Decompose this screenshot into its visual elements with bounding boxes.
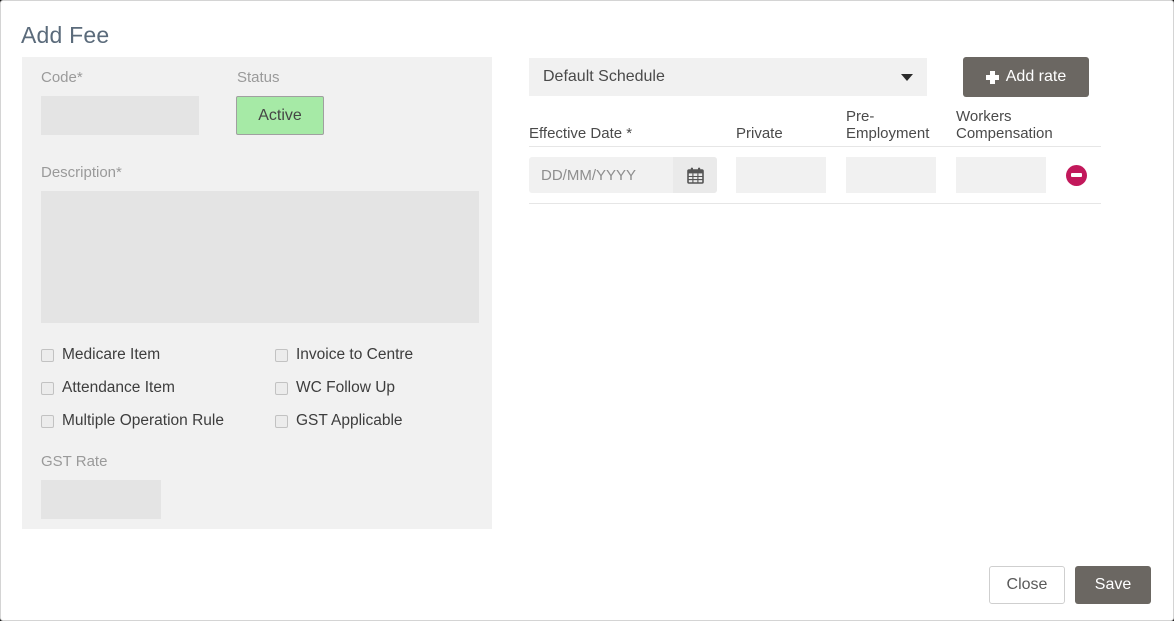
checkbox-label: Attendance Item <box>62 379 175 396</box>
cell-effective-date: DD/MM/YYYY <box>529 157 736 193</box>
column-header-line2: Compensation <box>956 125 1053 143</box>
status-label: Status <box>237 69 280 86</box>
column-header-effective-date: Effective Date * <box>529 125 633 143</box>
plus-icon <box>985 70 999 84</box>
checkbox-gst-applicable[interactable]: GST Applicable <box>275 412 403 430</box>
close-button[interactable]: Close <box>989 566 1065 604</box>
description-label: Description* <box>41 164 122 181</box>
table-row: DD/MM/YYYY <box>529 147 1101 204</box>
checkbox-icon[interactable] <box>275 348 288 362</box>
add-rate-label: Add rate <box>1005 68 1067 85</box>
checkbox-icon[interactable] <box>41 414 54 428</box>
code-input[interactable] <box>41 96 199 135</box>
column-header-actions <box>1066 143 1101 146</box>
effective-date-input[interactable]: DD/MM/YYYY <box>529 157 717 193</box>
private-rate-input[interactable] <box>736 157 826 193</box>
dialog-footer: Close Save <box>989 566 1151 604</box>
checkbox-label: WC Follow Up <box>296 379 396 396</box>
table-header-row: Effective Date * Private Pre- Employment… <box>529 107 1101 147</box>
pre-employment-rate-input[interactable] <box>846 157 936 193</box>
checkbox-label: Medicare Item <box>62 346 161 363</box>
chevron-down-icon <box>901 73 913 81</box>
schedule-selected-value: Default Schedule <box>543 68 665 85</box>
checkbox-icon[interactable] <box>41 348 54 362</box>
schedule-select[interactable]: Default Schedule <box>529 58 927 96</box>
checkbox-wc-follow-up[interactable]: WC Follow Up <box>275 379 395 397</box>
calendar-icon[interactable] <box>673 157 717 193</box>
save-button[interactable]: Save <box>1075 566 1151 604</box>
checkbox-icon[interactable] <box>41 381 54 395</box>
checkbox-attendance-item[interactable]: Attendance Item <box>41 379 175 397</box>
status-badge[interactable]: Active <box>236 96 324 135</box>
cell-actions <box>1066 164 1101 186</box>
description-textarea[interactable] <box>41 191 479 323</box>
add-rate-button[interactable]: Add rate <box>963 57 1089 97</box>
column-header-line1: Workers <box>956 108 1012 126</box>
column-header-private: Private <box>736 125 783 143</box>
workers-compensation-rate-input[interactable] <box>956 157 1046 193</box>
checkbox-medicare-item[interactable]: Medicare Item <box>41 346 160 364</box>
add-fee-dialog: Add Fee Code* Status Active Description*… <box>0 0 1174 621</box>
rates-table: Effective Date * Private Pre- Employment… <box>529 107 1101 204</box>
checkbox-label: Multiple Operation Rule <box>62 412 224 429</box>
column-header-line1: Pre- <box>846 108 875 126</box>
code-label: Code* <box>41 69 83 86</box>
cell-pre-employment <box>846 157 956 193</box>
effective-date-placeholder: DD/MM/YYYY <box>541 166 637 184</box>
checkbox-invoice-to-centre[interactable]: Invoice to Centre <box>275 346 413 364</box>
cell-workers-compensation <box>956 157 1066 193</box>
checkbox-label: Invoice to Centre <box>296 346 414 363</box>
column-header-pre-employment: Pre- Employment <box>846 109 956 146</box>
checkbox-icon[interactable] <box>275 414 288 428</box>
gst-rate-label: GST Rate <box>41 453 108 470</box>
column-header-workers-compensation: Workers Compensation <box>956 109 1066 146</box>
page-title: Add Fee <box>21 22 110 48</box>
column-header-line2: Employment <box>846 125 930 143</box>
fee-details-panel: Code* Status Active Description* Medicar… <box>22 57 492 529</box>
checkbox-label: GST Applicable <box>296 412 403 429</box>
remove-rate-icon[interactable] <box>1066 164 1087 186</box>
cell-private <box>736 157 846 193</box>
gst-rate-input[interactable] <box>41 480 161 519</box>
checkbox-icon[interactable] <box>275 381 288 395</box>
checkbox-multiple-operation-rule[interactable]: Multiple Operation Rule <box>41 412 224 430</box>
